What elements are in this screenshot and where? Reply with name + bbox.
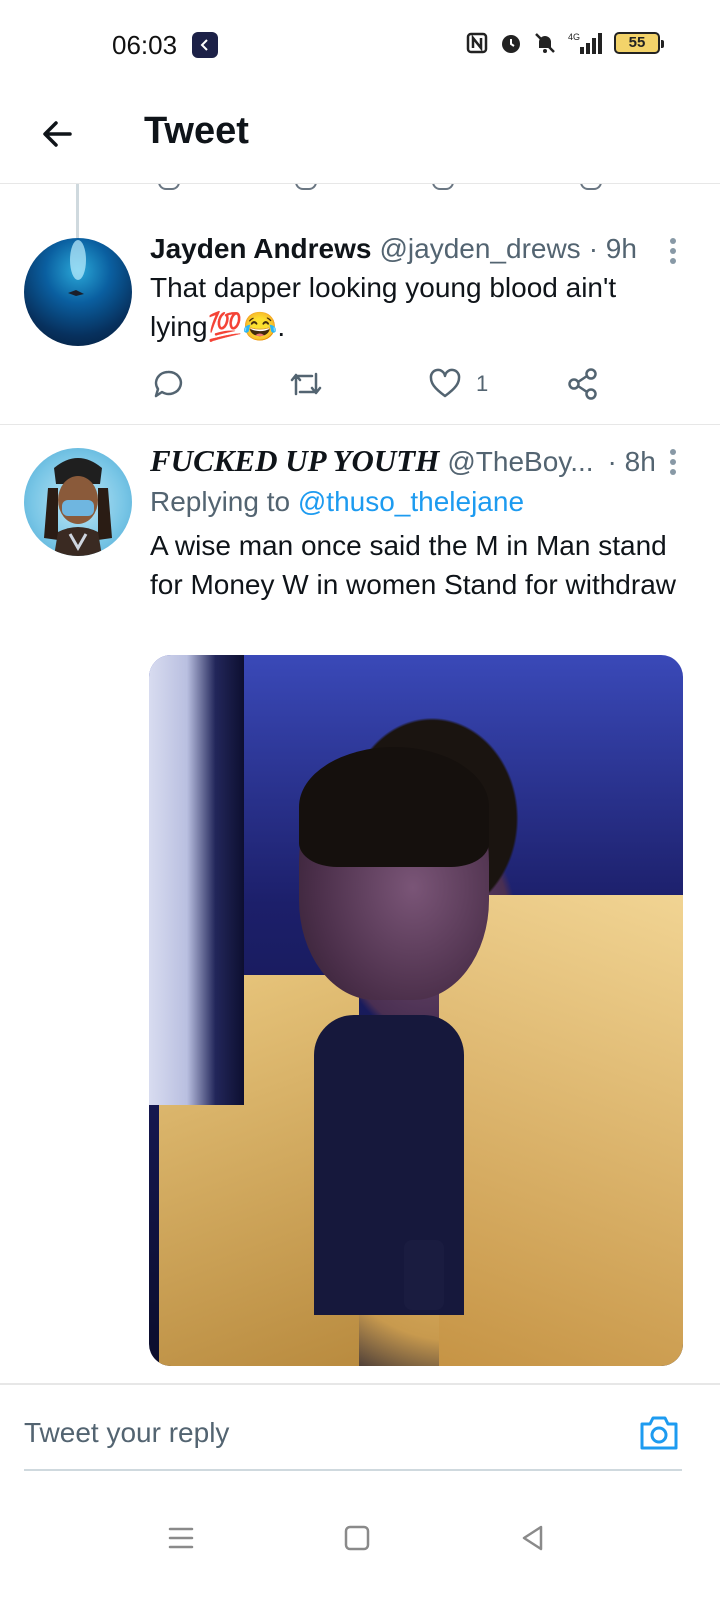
- camera-icon: [640, 1416, 678, 1450]
- tweet-text: That dapper looking young blood ain't ly…: [150, 272, 617, 342]
- replying-to-link[interactable]: @thuso_thelejane: [298, 486, 524, 517]
- share-button[interactable]: [566, 364, 600, 404]
- status-time: 06:03: [112, 30, 178, 60]
- arrow-left-icon: [43, 121, 72, 147]
- author-name[interactable]: Jayden Andrews: [150, 233, 371, 265]
- home-square-icon: [344, 1525, 370, 1551]
- back-nav-button[interactable]: [503, 1508, 563, 1568]
- avatar[interactable]: [24, 238, 132, 346]
- media-shape: [299, 747, 489, 867]
- author-name[interactable]: FUCKED UP YOUTH: [150, 443, 439, 479]
- triangle-back-icon: [522, 1525, 543, 1551]
- status-icons: 4G 55: [464, 30, 664, 56]
- back-button[interactable]: [36, 112, 80, 156]
- menu-icon: [168, 1527, 194, 1549]
- share-icon: [568, 368, 597, 400]
- tweet-header: Jayden Andrews @jayden_drews · 9h: [150, 233, 637, 265]
- like-button[interactable]: 1: [428, 364, 488, 404]
- reply-input[interactable]: Tweet your reply: [24, 1400, 634, 1466]
- nfc-icon: [464, 30, 490, 56]
- signal-icon: 4G: [566, 30, 606, 56]
- replying-to: Replying to @thuso_thelejane: [150, 486, 524, 518]
- media-shape: [149, 655, 244, 1105]
- menu-nav-button[interactable]: [151, 1508, 211, 1568]
- alarm-icon: [498, 30, 524, 56]
- retweet-button[interactable]: [288, 364, 324, 404]
- divider: [0, 424, 720, 425]
- more-icon[interactable]: [666, 445, 680, 479]
- like-count: 1: [476, 371, 489, 396]
- previous-tweet-actions: [150, 184, 710, 196]
- more-icon[interactable]: [666, 234, 680, 268]
- author-handle[interactable]: @TheBoy...: [447, 446, 593, 478]
- media-shape: [439, 895, 683, 1366]
- reply-underline: [24, 1469, 682, 1471]
- divider: [0, 1383, 720, 1385]
- app-notification-icon: [192, 32, 218, 58]
- reply-icon: [154, 370, 183, 398]
- page-title: Tweet: [144, 110, 249, 152]
- tweet-time: · 9h: [588, 233, 637, 264]
- media-shape: [404, 1240, 444, 1310]
- tweet-time: · 8h: [607, 446, 656, 477]
- heart-icon: [429, 368, 461, 398]
- replying-to-label: Replying to: [150, 486, 291, 517]
- mute-icon: [532, 30, 558, 56]
- svg-text:4G: 4G: [568, 32, 580, 42]
- header: Tweet: [0, 92, 720, 184]
- tweet-media-video[interactable]: [149, 655, 683, 1366]
- status-bar: 06:03 4G 55: [0, 0, 720, 92]
- retweet-icon: [290, 372, 322, 396]
- avatar[interactable]: [24, 448, 132, 556]
- tweet-text: A wise man once said the M in Man stand …: [150, 530, 676, 600]
- home-nav-button[interactable]: [327, 1508, 387, 1568]
- author-handle[interactable]: @jayden_drews: [379, 233, 580, 265]
- camera-button[interactable]: [636, 1410, 682, 1456]
- battery-icon: 55: [614, 32, 664, 54]
- system-nav-bar: [0, 1490, 720, 1600]
- tweet-actions: 1: [150, 364, 630, 404]
- reply-button[interactable]: [152, 364, 184, 404]
- tweet-header: FUCKED UP YOUTH @TheBoy... · 8h: [150, 443, 656, 479]
- thread-line: [76, 184, 79, 238]
